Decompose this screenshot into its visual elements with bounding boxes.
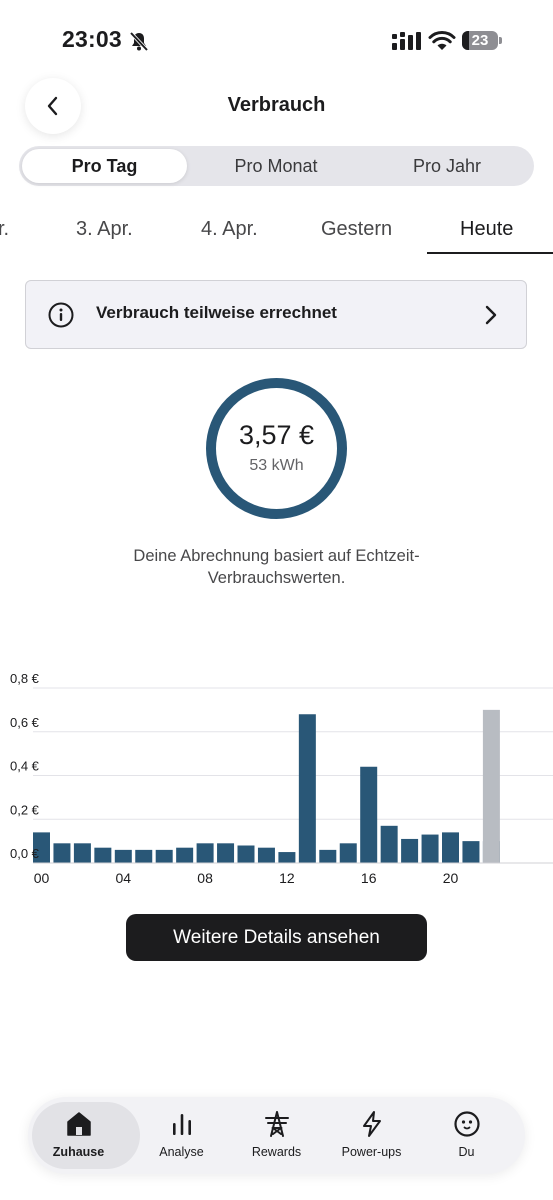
bar-actual bbox=[217, 843, 235, 863]
bar-actual bbox=[380, 825, 398, 863]
bar-actual bbox=[421, 834, 439, 863]
day-tab-previous[interactable]: r. bbox=[0, 218, 9, 241]
pylon-icon bbox=[264, 1111, 289, 1137]
bar-actual bbox=[360, 766, 378, 863]
partial-calculation-banner[interactable]: Verbrauch teilweise errechnet bbox=[25, 280, 527, 349]
lightning-icon bbox=[362, 1111, 381, 1137]
x-tick-label: 04 bbox=[116, 870, 132, 886]
day-tab-gestern[interactable]: Gestern bbox=[321, 218, 392, 241]
bar-actual bbox=[278, 852, 296, 863]
x-tick-label: 16 bbox=[361, 870, 377, 886]
bar-estimated bbox=[482, 709, 500, 863]
bar-actual bbox=[462, 841, 480, 863]
cell-signal-icon bbox=[392, 32, 421, 50]
day-tab-3-apr[interactable]: 3. Apr. bbox=[76, 218, 133, 241]
x-tick-label: 12 bbox=[279, 870, 295, 886]
bar-actual bbox=[114, 849, 132, 863]
day-tab-4-apr[interactable]: 4. Apr. bbox=[201, 218, 258, 241]
chevron-right-icon bbox=[485, 305, 497, 325]
segment-pro-monat[interactable]: Pro Monat bbox=[191, 149, 361, 183]
nav-label-du: Du bbox=[458, 1145, 475, 1159]
nav-label-zuhause: Zuhause bbox=[52, 1145, 105, 1159]
nav-rewards[interactable]: Rewards bbox=[227, 1097, 326, 1174]
day-tab-heute[interactable]: Heute bbox=[460, 218, 513, 241]
hourly-cost-chart: 0,0 € 0,2 € 0,4 € 0,6 € 0,8 € 00 04 08 12 16 20 bbox=[10, 671, 553, 886]
banner-text: Verbrauch teilweise errechnet bbox=[96, 303, 337, 322]
cost-amount: 3,57 € bbox=[238, 420, 315, 450]
bar-actual bbox=[155, 849, 173, 863]
segment-pro-tag[interactable]: Pro Tag bbox=[22, 149, 187, 183]
nav-zuhause[interactable]: Zuhause bbox=[29, 1097, 140, 1174]
period-segmented-control: Pro Tag Pro Monat Pro Jahr bbox=[19, 146, 534, 186]
battery-tip bbox=[499, 37, 502, 44]
bar-actual bbox=[135, 849, 153, 863]
bar-actual bbox=[442, 832, 459, 863]
bar-actual bbox=[176, 847, 194, 863]
bar-actual bbox=[237, 845, 255, 863]
view-details-button[interactable]: Weitere Details ansehen bbox=[126, 914, 427, 961]
nav-power-ups[interactable]: Power-ups bbox=[322, 1097, 421, 1174]
y-tick-label: 0,6 € bbox=[10, 715, 40, 730]
bar-actual bbox=[339, 843, 357, 863]
bar-actual bbox=[298, 714, 316, 863]
status-time: 23:03 bbox=[62, 26, 122, 52]
x-tick-label: 00 bbox=[34, 870, 50, 886]
bar-actual bbox=[319, 849, 337, 863]
segment-pro-jahr[interactable]: Pro Jahr bbox=[363, 149, 531, 183]
bar-actual bbox=[94, 847, 112, 863]
y-tick-label: 0,2 € bbox=[10, 802, 40, 817]
energy-amount: 53 kWh bbox=[249, 457, 304, 474]
page-title: Verbrauch bbox=[227, 94, 326, 116]
bar-actual bbox=[257, 847, 275, 863]
bar-chart-icon bbox=[172, 1114, 191, 1135]
billing-note: Deine Abrechnung basiert auf Echtzeit- V… bbox=[60, 545, 493, 589]
y-tick-label: 0,0 € bbox=[10, 846, 40, 861]
nav-analyse[interactable]: Analyse bbox=[132, 1097, 231, 1174]
y-tick-label: 0,4 € bbox=[10, 759, 40, 774]
x-tick-label: 08 bbox=[197, 870, 213, 886]
nav-label-rewards: Rewards bbox=[251, 1145, 302, 1159]
billing-note-line-1: Deine Abrechnung basiert auf Echtzeit- bbox=[133, 547, 420, 565]
nav-label-analyse: Analyse bbox=[159, 1145, 204, 1159]
wifi-icon bbox=[428, 31, 456, 50]
home-icon bbox=[66, 1112, 91, 1136]
bar-actual bbox=[401, 838, 419, 863]
bell-muted-icon bbox=[129, 31, 149, 52]
info-icon bbox=[48, 302, 74, 328]
billing-note-line-2: Verbrauchswerten. bbox=[207, 569, 346, 587]
x-tick-label: 20 bbox=[443, 870, 459, 886]
smiley-icon bbox=[453, 1111, 480, 1137]
nav-label-power-ups: Power-ups bbox=[341, 1145, 402, 1159]
battery-indicator: 23 bbox=[462, 31, 498, 50]
bottom-navigation: Zuhause Analyse Rewards Power-ups Du bbox=[28, 1097, 525, 1174]
y-tick-label: 0,8 € bbox=[10, 671, 40, 686]
nav-du[interactable]: Du bbox=[417, 1097, 516, 1174]
active-tab-underline bbox=[427, 252, 553, 254]
bar-actual bbox=[196, 843, 214, 863]
bar-actual bbox=[53, 843, 71, 863]
bar-actual bbox=[73, 843, 91, 863]
